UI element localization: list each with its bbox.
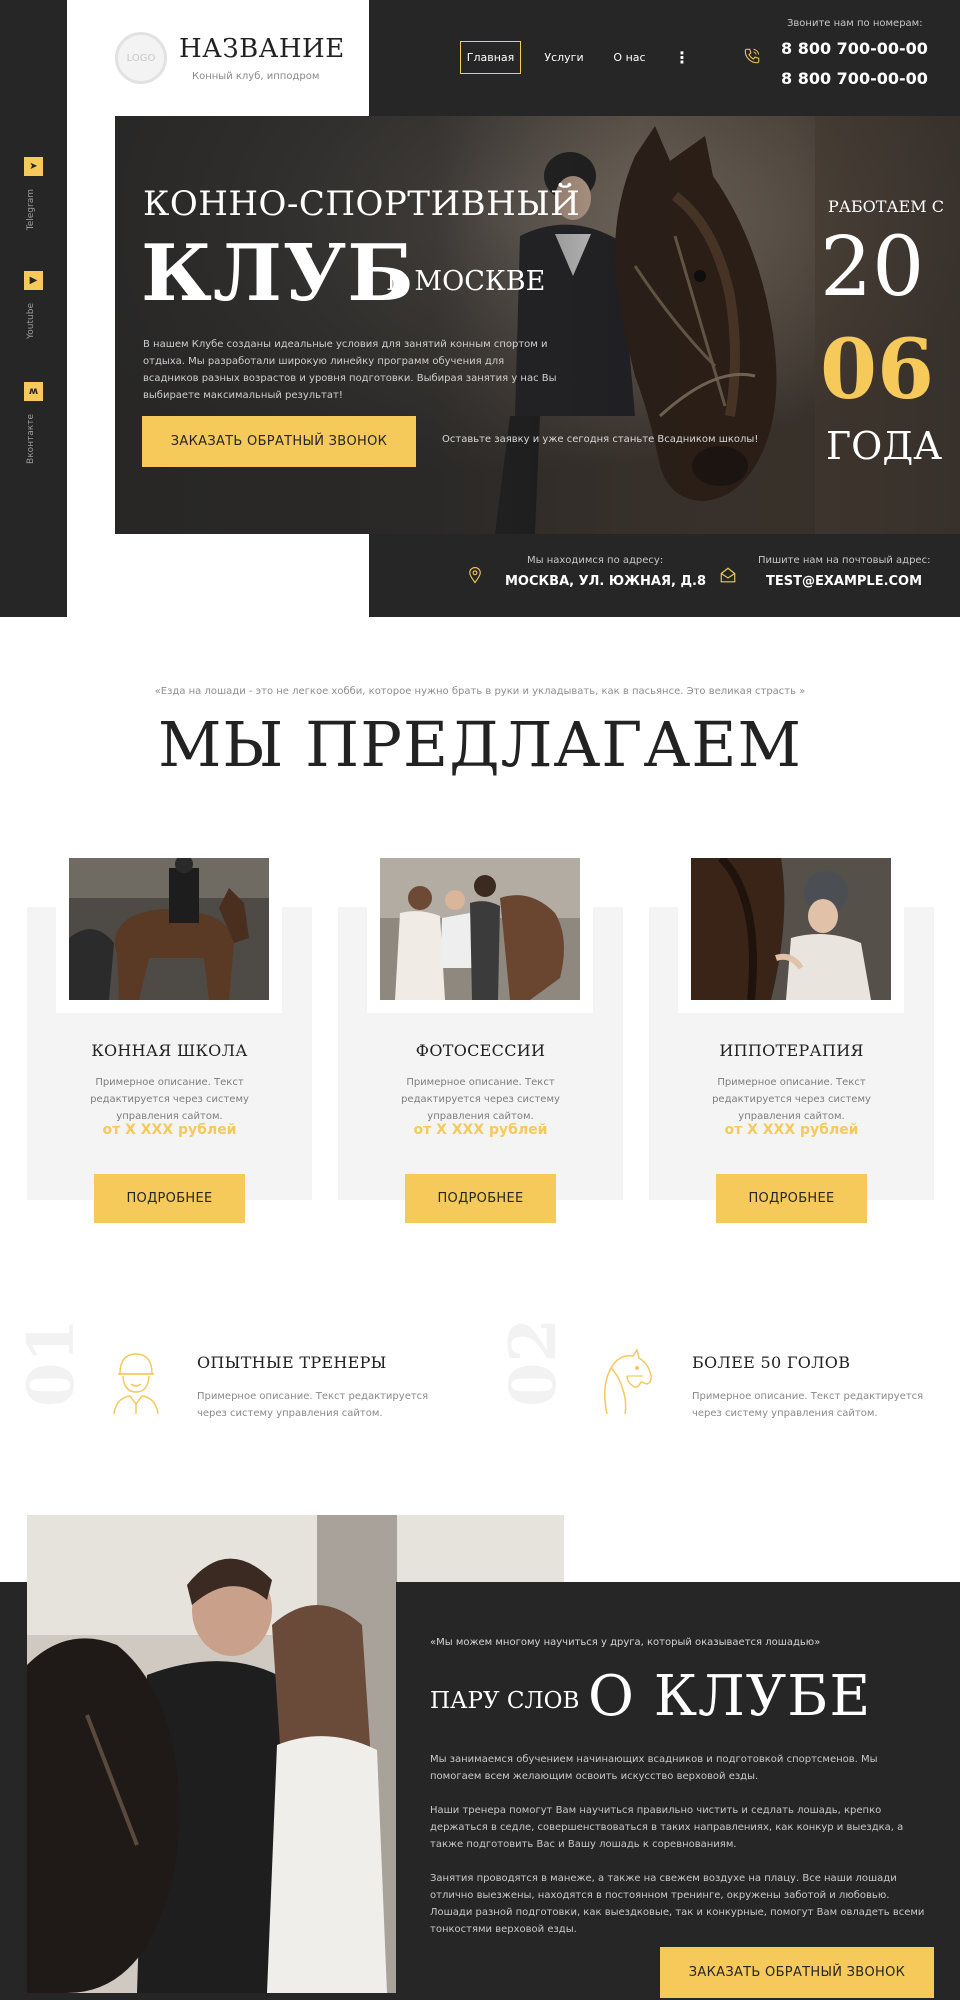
site-name[interactable]: НАЗВАНИЕ: [179, 34, 345, 64]
since-years-word: ГОДА: [826, 424, 942, 468]
social-sidebar: ➤ Telegram ▶ Youtube ʍ Вконтакте: [0, 0, 67, 617]
email-label: Пишите нам на почтовый адрес:: [758, 555, 931, 566]
mail-icon: [720, 567, 736, 583]
horse-school-image: [69, 858, 269, 1000]
offer-card-price: от X XXX рублей: [413, 1122, 548, 1138]
call-label: Звоните нам по номерам:: [787, 18, 923, 29]
telegram-icon: ➤: [24, 157, 43, 176]
address-label: Мы находимся по адресу:: [527, 555, 664, 566]
hero-title-line1: КОННО-СПОРТИВНЫЙ: [143, 184, 581, 224]
site-tagline: Конный клуб, ипподром: [192, 71, 320, 82]
hero-title-line3: В МОСКВЕ: [386, 266, 546, 297]
about-title: О КЛУБЕ: [588, 1664, 872, 1729]
about-callback-button[interactable]: ЗАКАЗАТЬ ОБРАТНЫЙ ЗВОНОК: [660, 1947, 934, 1998]
offer-details-button[interactable]: ПОДРОБНЕЕ: [716, 1174, 867, 1223]
since-year-part1: 20: [820, 220, 925, 315]
offers-quote: «Езда на лошади - это не легкое хобби, к…: [154, 686, 806, 697]
social-label: Youtube: [26, 303, 36, 339]
social-label: Вконтакте: [26, 414, 36, 464]
hippotherapy-image: [691, 858, 891, 1000]
about-paragraph: Наши тренера помогут Вам научиться прави…: [430, 1805, 904, 1850]
youtube-icon: ▶: [24, 271, 43, 290]
about-pre-title: ПАРУ СЛОВ: [430, 1688, 580, 1714]
horse-head-icon: [604, 1348, 652, 1415]
hero-description: В нашем Клубе созданы идеальные условия …: [143, 339, 557, 401]
hero-callback-button[interactable]: ЗАКАЗАТЬ ОБРАТНЫЙ ЗВОНОК: [142, 416, 416, 467]
hero-title-line2: КЛУБ: [141, 228, 415, 319]
photosession-image: [380, 858, 580, 1000]
offers-title: МЫ ПРЕДЛАГАЕМ: [157, 708, 803, 781]
about-quote: «Мы можем многому научиться у друга, кот…: [430, 1637, 821, 1648]
nav-home[interactable]: Главная: [460, 41, 521, 74]
offer-card-title: КОННАЯ ШКОЛА: [91, 1041, 248, 1060]
offer-card-desc: Примерное описание. Текст редактируется …: [401, 1077, 560, 1122]
nav-about[interactable]: О нас: [607, 41, 652, 74]
since-label: РАБОТАЕМ С: [828, 197, 944, 216]
feature-title: ОПЫТНЫЕ ТРЕНЕРЫ: [197, 1353, 387, 1372]
phone-icon: [744, 48, 760, 64]
vk-icon: ʍ: [24, 382, 43, 401]
feature-number: 01: [14, 1318, 89, 1408]
email-value[interactable]: TEST@EXAMPLE.COM: [766, 574, 922, 589]
offer-details-button[interactable]: ПОДРОБНЕЕ: [405, 1174, 556, 1223]
logo[interactable]: LOGO: [115, 32, 167, 84]
feature-title: БОЛЕЕ 50 ГОЛОВ: [692, 1353, 851, 1372]
nav-more-icon[interactable]: ⋮: [672, 41, 692, 74]
nav-services[interactable]: Услуги: [538, 41, 590, 74]
phone-number[interactable]: 8 800 700-00-00: [781, 69, 928, 88]
location-pin-icon: [469, 567, 481, 584]
offer-card-desc: Примерное описание. Текст редактируется …: [90, 1077, 249, 1122]
about-paragraph: Мы занимаемся обучением начинающих всадн…: [430, 1754, 878, 1782]
address-value: МОСКВА, УЛ. ЮЖНАЯ, Д.8: [505, 574, 707, 589]
offer-details-button[interactable]: ПОДРОБНЕЕ: [94, 1174, 245, 1223]
since-year-part2: 06: [820, 322, 935, 418]
offer-card-title: ФОТОСЕССИИ: [415, 1041, 546, 1060]
feature-number: 02: [496, 1318, 571, 1408]
trainer-icon: [113, 1353, 159, 1415]
offer-card-desc: Примерное описание. Текст редактируется …: [712, 1077, 871, 1122]
feature-desc: Примерное описание. Текст редактируется …: [692, 1391, 924, 1419]
social-label: Telegram: [26, 189, 36, 231]
phone-number[interactable]: 8 800 700-00-00: [781, 39, 928, 58]
feature-desc: Примерное описание. Текст редактируется …: [197, 1391, 429, 1419]
about-paragraph: Занятия проводятся в манеже, а также на …: [430, 1873, 925, 1935]
hero-note: Оставьте заявку и уже сегодня станьте Вс…: [442, 434, 759, 445]
offer-card-title: ИППОТЕРАПИЯ: [719, 1041, 864, 1060]
offer-card-price: от X XXX рублей: [102, 1122, 237, 1138]
offer-card-price: от X XXX рублей: [724, 1122, 859, 1138]
